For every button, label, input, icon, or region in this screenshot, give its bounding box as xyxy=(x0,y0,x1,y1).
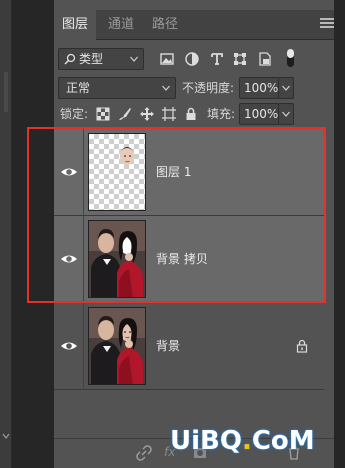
layer-thumbnail xyxy=(88,220,146,298)
couple-photo-image xyxy=(89,221,145,297)
blend-mode-select[interactable]: 正常 xyxy=(58,77,176,99)
lock-all-icon[interactable] xyxy=(184,107,198,121)
layer-name[interactable]: 背景 拷贝 xyxy=(156,250,208,267)
tab-channels[interactable]: 通道 xyxy=(108,10,134,40)
image-filter-icon[interactable] xyxy=(159,51,175,67)
eye-visibility-icon[interactable] xyxy=(60,339,78,353)
fill-input[interactable]: 100% xyxy=(239,103,279,125)
face-cutout-image xyxy=(120,147,134,165)
layers-list: 图层 1 背景 拷贝 背景 xyxy=(54,129,324,390)
lock-image-pixels-icon[interactable] xyxy=(118,107,132,121)
blend-mode-value: 正常 xyxy=(66,81,91,95)
blend-row: 正常 不透明度: 100% xyxy=(54,77,334,101)
layer-thumbnail xyxy=(88,307,146,385)
divider xyxy=(83,216,84,303)
layer-name[interactable]: 图层 1 xyxy=(156,163,191,180)
lock-row: 锁定: 填充: 100% xyxy=(54,102,334,126)
link-layers-icon[interactable] xyxy=(136,445,152,461)
fill-label: 填充: xyxy=(207,107,236,121)
chevron-down-icon xyxy=(282,85,290,91)
layer-thumbnail xyxy=(88,133,146,211)
layer-filter-row: 类型 xyxy=(54,46,334,72)
site-watermark-logo: UiBQ.CoM xyxy=(170,426,315,456)
lock-label: 锁定: xyxy=(60,107,89,121)
eye-visibility-icon[interactable] xyxy=(60,252,78,266)
lock-icon xyxy=(296,339,308,353)
divider xyxy=(83,129,84,216)
chevron-down-icon[interactable] xyxy=(2,431,10,441)
type-filter-icon[interactable] xyxy=(209,51,225,67)
opacity-label: 不透明度: xyxy=(182,81,235,95)
fill-dropdown-button[interactable] xyxy=(278,103,294,125)
filter-toggle-switch[interactable] xyxy=(287,49,294,67)
layer-row[interactable]: 图层 1 xyxy=(54,129,324,216)
filter-kind-select[interactable]: 类型 xyxy=(58,48,144,70)
adjustment-filter-icon[interactable] xyxy=(184,51,200,67)
opacity-dropdown-button[interactable] xyxy=(278,77,294,99)
divider xyxy=(83,303,84,390)
chevron-down-icon xyxy=(282,111,290,117)
scrollbar-thumb[interactable] xyxy=(4,72,8,112)
search-icon xyxy=(64,53,76,65)
opacity-input[interactable]: 100% xyxy=(239,77,279,99)
layer-name[interactable]: 背景 xyxy=(156,337,180,354)
panel-tab-bar: 图层 通道 路径 xyxy=(54,10,334,40)
panel-menu-icon[interactable] xyxy=(320,18,334,30)
couple-photo-image xyxy=(89,308,145,384)
chevron-down-icon xyxy=(162,85,170,91)
smart-object-filter-icon[interactable] xyxy=(257,51,273,67)
eye-visibility-icon[interactable] xyxy=(60,165,78,179)
right-scroll-gutter xyxy=(334,0,345,468)
chevron-down-icon xyxy=(130,56,138,62)
layer-row[interactable]: 背景 xyxy=(54,303,324,390)
lock-artboard-icon[interactable] xyxy=(162,107,176,121)
layers-panel: 图层 通道 路径 类型 正常 不透明度: 100% 锁定: 填充: 100% 图… xyxy=(54,0,334,468)
shape-filter-icon[interactable] xyxy=(232,51,248,67)
tab-paths[interactable]: 路径 xyxy=(152,10,178,40)
lock-position-move-icon[interactable] xyxy=(140,107,154,121)
left-dock-strip xyxy=(0,0,12,468)
tab-layers[interactable]: 图层 xyxy=(54,10,97,40)
lock-transparent-pixels-icon[interactable] xyxy=(96,107,110,121)
canvas-area-gap xyxy=(12,0,54,468)
filter-kind-label: 类型 xyxy=(79,52,104,66)
layer-row[interactable]: 背景 拷贝 xyxy=(54,216,324,303)
